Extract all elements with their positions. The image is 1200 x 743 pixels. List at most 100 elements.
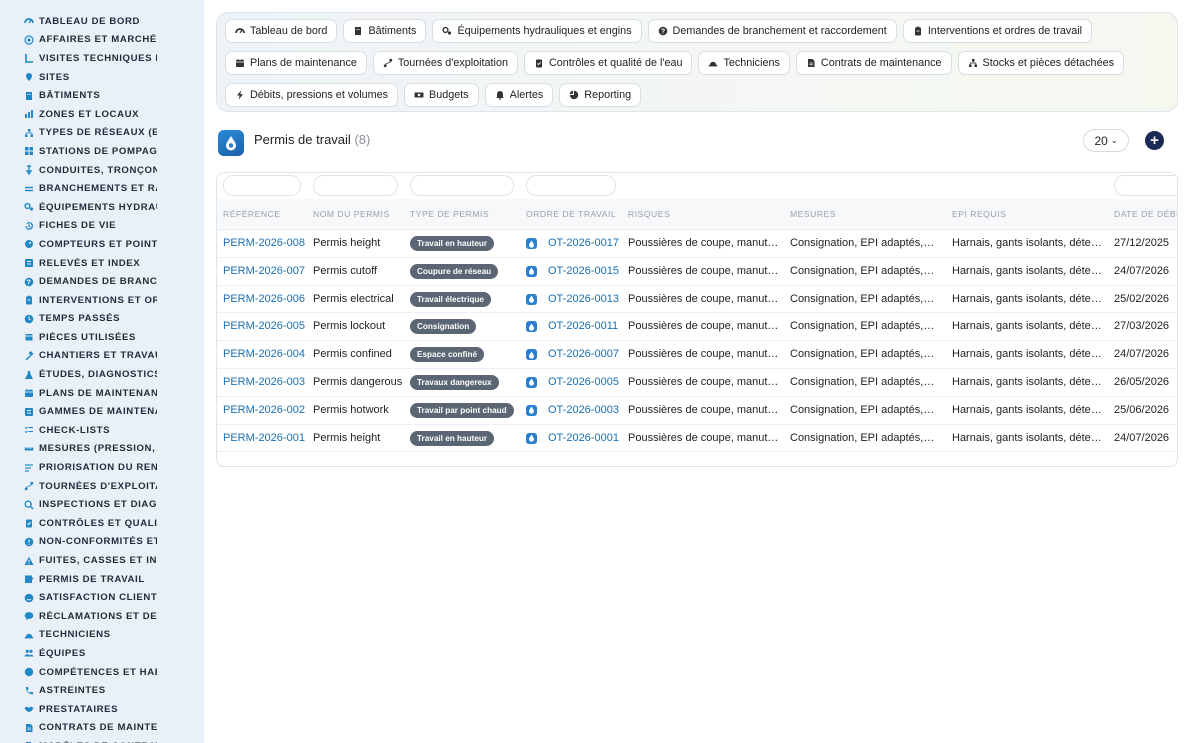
- permit-reference-link[interactable]: PERM-2026-004: [223, 348, 307, 360]
- module-chip[interactable]: Techniciens: [698, 51, 790, 75]
- sidebar-item[interactable]: MESURES (PRESSION, DÉ: [0, 440, 204, 459]
- sidebar-item[interactable]: ASTREINTES: [0, 681, 204, 700]
- svg-text:?: ?: [660, 29, 664, 36]
- work-order-link[interactable]: OT-2026-0003: [548, 404, 623, 416]
- permit-reference-link[interactable]: PERM-2026-001: [223, 432, 307, 444]
- permit-reference-link[interactable]: PERM-2026-007: [223, 265, 307, 277]
- module-chip[interactable]: Alertes: [484, 83, 554, 107]
- sidebar-item[interactable]: VISITES TECHNIQUES ET: [0, 49, 204, 68]
- sidebar-item[interactable]: CONTRATS DE MAINTENA: [0, 719, 204, 738]
- table-row[interactable]: PERM-2026-002 Permis hotwork Travail par p…: [217, 397, 1177, 425]
- module-chip[interactable]: Tableau de bord: [225, 19, 338, 43]
- column-filter-input[interactable]: [313, 175, 398, 196]
- sidebar-item[interactable]: PRESTATAIRES: [0, 700, 204, 719]
- sidebar-item[interactable]: STATIONS DE POMPAGE E: [0, 142, 204, 161]
- table-row[interactable]: PERM-2026-003 Permis dangerous Travaux dan…: [217, 369, 1177, 397]
- sidebar-item[interactable]: BÂTIMENTS: [0, 86, 204, 105]
- module-chip[interactable]: Plans de maintenance: [225, 51, 367, 75]
- sidebar-item[interactable]: RÉCLAMATIONS ET DEMA: [0, 607, 204, 626]
- sidebar-item[interactable]: ? DEMANDES DE BRANCHE: [0, 272, 204, 291]
- sidebar-item[interactable]: FUITES, CASSES ET INCI: [0, 551, 204, 570]
- permit-reference-link[interactable]: PERM-2026-006: [223, 293, 307, 305]
- column-header[interactable]: EPI REQUIS: [952, 209, 1107, 219]
- sidebar-item[interactable]: TOURNÉES D'EXPLOITATI: [0, 477, 204, 496]
- column-header[interactable]: RÉFÉRENCE: [223, 209, 307, 219]
- table-row[interactable]: PERM-2026-007 Permis cutoff Coupure de rés…: [217, 258, 1177, 286]
- table-row[interactable]: PERM-2026-004 Permis confined Espace confi…: [217, 341, 1177, 369]
- permit-reference-link[interactable]: PERM-2026-008: [223, 237, 307, 249]
- per-page-value: 20: [1094, 133, 1108, 148]
- per-page-select[interactable]: 20 ⌄: [1083, 129, 1129, 152]
- sidebar-item[interactable]: TYPES DE RÉSEAUX (EAU: [0, 124, 204, 143]
- sidebar-item[interactable]: TABLEAU DE BORD: [0, 12, 204, 31]
- module-chip[interactable]: Débits, pressions et volumes: [225, 83, 399, 107]
- column-header[interactable]: TYPE DE PERMIS: [410, 209, 520, 219]
- sidebar-item[interactable]: ÉTUDES, DIAGNOSTICS E: [0, 365, 204, 384]
- sidebar-item[interactable]: CONDUITES, TRONÇONS: [0, 161, 204, 180]
- column-header[interactable]: ORDRE DE TRAVAIL: [526, 209, 621, 219]
- sidebar-item[interactable]: COMPTEURS ET POINTS D: [0, 235, 204, 254]
- work-order-link[interactable]: OT-2026-0005: [548, 376, 623, 388]
- sidebar-item[interactable]: INTERVENTIONS ET ORDI: [0, 291, 204, 310]
- work-order-link[interactable]: OT-2026-0011: [548, 320, 623, 332]
- work-order-link[interactable]: OT-2026-0015: [548, 265, 623, 277]
- column-header[interactable]: NOM DU PERMIS: [313, 209, 405, 219]
- sidebar-item[interactable]: PLANS DE MAINTENANCE: [0, 384, 204, 403]
- module-chip[interactable]: Reporting: [559, 83, 642, 107]
- column-header[interactable]: RISQUES: [628, 209, 783, 219]
- history-icon: [24, 221, 34, 231]
- sidebar-item[interactable]: MODÈLES DE CONTRATS: [0, 737, 204, 743]
- module-chip[interactable]: Tournées d'exploitation: [372, 51, 518, 75]
- permit-reference-link[interactable]: PERM-2026-005: [223, 320, 307, 332]
- table-row[interactable]: PERM-2026-006 Permis electrical Travail él…: [217, 286, 1177, 314]
- sidebar-item[interactable]: RELEVÉS ET INDEX: [0, 254, 204, 273]
- table-row[interactable]: PERM-2026-001 Permis height Travail en hau…: [217, 425, 1177, 453]
- module-chip[interactable]: Contrôles et qualité de l'eau: [523, 51, 693, 75]
- column-header[interactable]: DATE DE DÉBU: [1114, 209, 1177, 219]
- table-row[interactable]: PERM-2026-005 Permis lockout Consignation O…: [217, 313, 1177, 342]
- column-filter-input[interactable]: [223, 175, 301, 196]
- sidebar-item[interactable]: ÉQUIPEMENTS HYDRAUL: [0, 198, 204, 217]
- sidebar-item[interactable]: PRIORISATION DU RENOU: [0, 458, 204, 477]
- measures-cell: Consignation, EPI adaptés, signalisation: [790, 320, 937, 333]
- sidebar-item[interactable]: INSPECTIONS ET DIAGNO: [0, 495, 204, 514]
- column-header[interactable]: MESURES: [790, 209, 945, 219]
- sidebar-item[interactable]: PERMIS DE TRAVAIL: [0, 570, 204, 589]
- column-filter-input[interactable]: [1114, 175, 1177, 196]
- column-filter-input[interactable]: [526, 175, 616, 196]
- sidebar-item[interactable]: BRANCHEMENTS ET RAC: [0, 179, 204, 198]
- sidebar-item[interactable]: COMPÉTENCES ET HABIL: [0, 663, 204, 682]
- module-chip[interactable]: Stocks et pièces détachées: [957, 51, 1124, 75]
- work-order-link[interactable]: OT-2026-0001: [548, 432, 623, 444]
- sidebar-item[interactable]: CHECK-LISTS: [0, 421, 204, 440]
- work-order-link[interactable]: OT-2026-0017: [548, 237, 623, 249]
- sidebar-item[interactable]: CONTRÔLES ET QUALITÉ: [0, 514, 204, 533]
- sidebar-item[interactable]: SITES: [0, 68, 204, 87]
- work-order-link[interactable]: OT-2026-0007: [548, 348, 623, 360]
- module-chip[interactable]: Équipements hydrauliques et engins: [432, 19, 642, 43]
- sidebar-item[interactable]: AFFAIRES ET MARCHÉS: [0, 31, 204, 50]
- risks-cell: Poussières de coupe, manutention: [628, 403, 783, 416]
- permit-reference-link[interactable]: PERM-2026-002: [223, 404, 307, 416]
- work-order-link[interactable]: OT-2026-0013: [548, 293, 623, 305]
- sidebar-item[interactable]: TEMPS PASSÉS: [0, 310, 204, 329]
- module-chip[interactable]: Bâtiments: [343, 19, 427, 43]
- column-filter-input[interactable]: [410, 175, 514, 196]
- sidebar-item[interactable]: PIÈCES UTILISÉES: [0, 328, 204, 347]
- add-record-button[interactable]: +: [1145, 131, 1164, 150]
- handshake-icon: [24, 704, 34, 714]
- sidebar-item[interactable]: ÉQUIPES: [0, 644, 204, 663]
- table-row[interactable]: PERM-2026-008 Permis height Travail en hau…: [217, 230, 1177, 258]
- module-chip[interactable]: Budgets: [404, 83, 479, 107]
- sidebar-item[interactable]: SATISFACTION CLIENT: [0, 588, 204, 607]
- module-chip[interactable]: ? Demandes de branchement et raccordement: [647, 19, 897, 43]
- sidebar-item[interactable]: CHANTIERS ET TRAVAUX: [0, 347, 204, 366]
- module-chip[interactable]: Contrats de maintenance: [795, 51, 952, 75]
- module-chip[interactable]: Interventions et ordres de travail: [902, 19, 1093, 43]
- sidebar-item[interactable]: FICHES DE VIE: [0, 217, 204, 236]
- sidebar-item[interactable]: ZONES ET LOCAUX: [0, 105, 204, 124]
- permit-reference-link[interactable]: PERM-2026-003: [223, 376, 307, 388]
- sidebar-item[interactable]: GAMMES DE MAINTENAN: [0, 402, 204, 421]
- sidebar-item[interactable]: TECHNICIENS: [0, 626, 204, 645]
- sidebar-item[interactable]: NON-CONFORMITÉS ET A: [0, 533, 204, 552]
